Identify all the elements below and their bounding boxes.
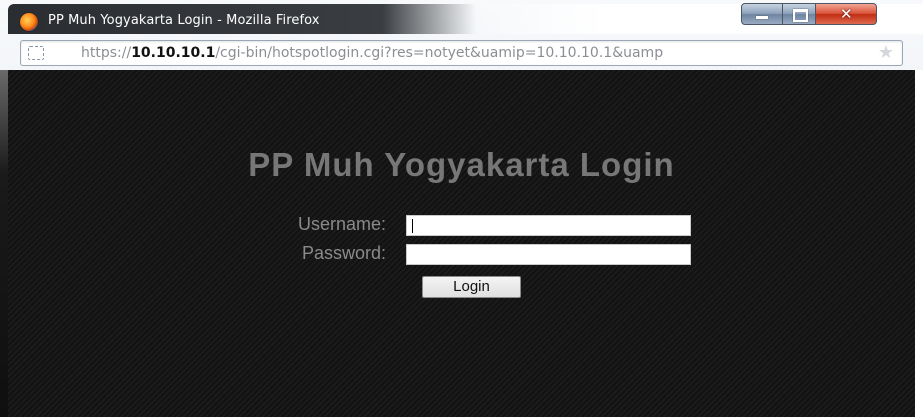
- firefox-icon: [20, 13, 38, 31]
- password-label: Password:: [301, 243, 386, 263]
- minimize-icon: [756, 16, 768, 19]
- maximize-icon: [793, 9, 808, 22]
- text-caret: [412, 219, 413, 233]
- close-button[interactable]: ✕: [815, 3, 877, 25]
- page-content: PP Muh Yogyakarta Login Username: Passwo…: [8, 70, 915, 417]
- browser-window: PP Muh Yogyakarta Login - Mozilla Firefo…: [0, 0, 923, 417]
- password-input[interactable]: [406, 244, 691, 265]
- url-path: /cgi-bin/hotspotlogin.cgi?res=notyet&uam…: [215, 45, 664, 61]
- window-right-edge: [915, 70, 923, 417]
- minimize-button[interactable]: [741, 3, 783, 25]
- url-text[interactable]: https://10.10.10.1/cgi-bin/hotspotlogin.…: [81, 45, 871, 61]
- site-identity-icon[interactable]: [28, 46, 44, 60]
- login-heading: PP Muh Yogyakarta Login: [248, 146, 675, 183]
- window-left-edge: [0, 70, 8, 417]
- window-title: PP Muh Yogyakarta Login - Mozilla Firefo…: [48, 13, 320, 28]
- username-label: Username:: [297, 214, 386, 234]
- login-button[interactable]: Login: [422, 276, 521, 298]
- title-bar: PP Muh Yogyakarta Login - Mozilla Firefo…: [8, 4, 476, 34]
- username-input[interactable]: [406, 215, 691, 236]
- url-prefix: https://: [81, 45, 132, 61]
- close-icon: ✕: [840, 5, 853, 23]
- url-host: 10.10.10.1: [131, 45, 216, 61]
- bookmark-star-icon[interactable]: ★: [874, 43, 898, 63]
- address-bar[interactable]: https://10.10.10.1/cgi-bin/hotspotlogin.…: [20, 40, 903, 66]
- maximize-button[interactable]: [782, 3, 816, 25]
